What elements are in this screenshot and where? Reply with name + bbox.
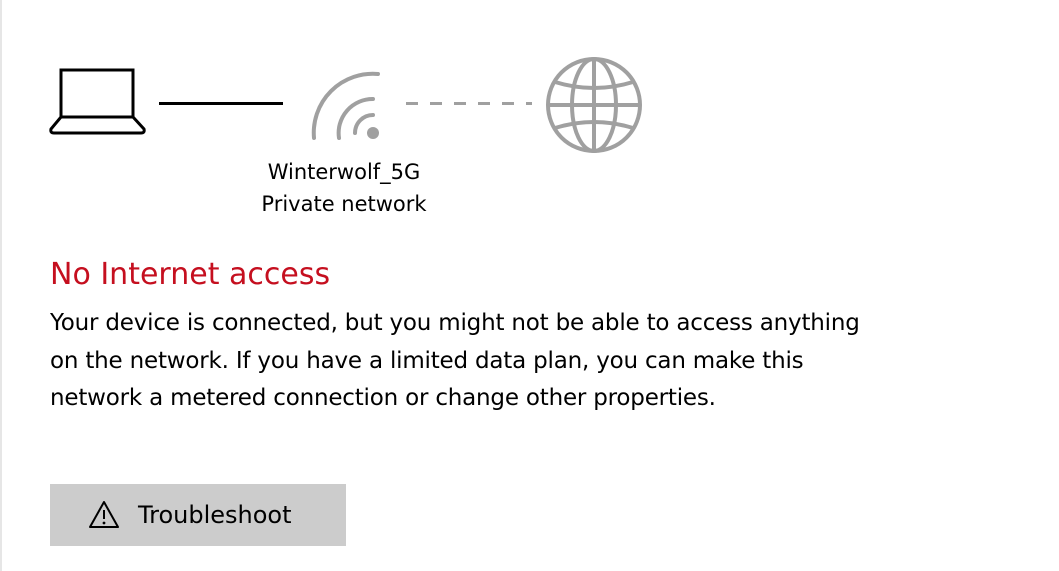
troubleshoot-button[interactable]: Troubleshoot	[50, 484, 346, 546]
troubleshoot-label: Troubleshoot	[138, 501, 292, 529]
connection-diagram: Winterwolf_5G Private network	[0, 0, 700, 230]
device-to-network-link	[159, 102, 283, 105]
network-info: Winterwolf_5G Private network	[236, 156, 452, 220]
network-name: Winterwolf_5G	[267, 160, 421, 184]
status-heading: No Internet access	[50, 257, 331, 292]
laptop-icon	[48, 66, 148, 140]
network-to-internet-link	[406, 102, 532, 105]
globe-icon	[544, 56, 644, 156]
warning-icon	[88, 500, 120, 530]
wifi-icon	[306, 66, 390, 146]
status-description: Your device is connected, but you might …	[50, 310, 860, 411]
network-profile: Private network	[261, 192, 427, 216]
